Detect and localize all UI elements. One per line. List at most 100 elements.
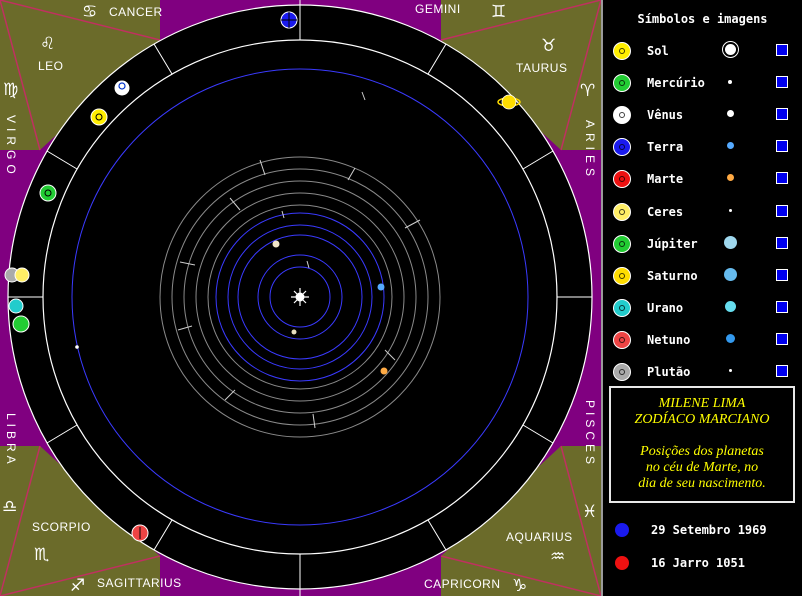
sun-symbol-icon (613, 42, 631, 60)
ceres-image-icon (729, 209, 732, 212)
label-scorpio: SCORPIO (32, 520, 91, 534)
legend-row-jupiter: Júpiter (603, 233, 802, 257)
legend-label: Júpiter (647, 237, 698, 251)
label-virgo: VIRGO (4, 115, 18, 179)
mars-image-icon (380, 367, 388, 375)
chart-planet-neptune-symbol (131, 524, 149, 542)
ceres-symbol-icon (613, 203, 631, 221)
label-capricorn: CAPRICORN (424, 577, 501, 591)
chart-planet-jupiter-symbol (12, 315, 30, 333)
toggle-netuno-checkbox[interactable] (776, 333, 788, 345)
person-name: MILENE LIMA (658, 396, 746, 411)
legend-label: Netuno (647, 333, 691, 347)
mars-date-row: 16 Jarro 1051 (603, 554, 802, 574)
description-line: Posições dos planetas (640, 444, 764, 459)
uranus-image-icon (725, 301, 736, 312)
earth-image-icon (377, 283, 385, 291)
legend-row-netuno: Netuno (603, 329, 802, 353)
legend-label: Plutão (647, 365, 691, 379)
earth-image-icon (727, 142, 734, 149)
toggle-jupiter-checkbox[interactable] (776, 237, 788, 249)
cancer-symbol-icon: ♋ (82, 2, 97, 22)
legend-label: Mercúrio (647, 76, 705, 90)
jupiter-symbol-icon (613, 235, 631, 253)
side-panel: Símbolos e imagens Sol Mercúrio Vênus Te… (601, 0, 802, 596)
toggle-ceres-checkbox[interactable] (776, 205, 788, 217)
toggle-marte-checkbox[interactable] (776, 172, 788, 184)
mars-date: 16 Jarro 1051 (651, 556, 745, 570)
label-pisces: PISCES (583, 400, 597, 468)
chart-planet-mercury-symbol (39, 184, 57, 202)
toggle-sol-checkbox[interactable] (776, 44, 788, 56)
saturn-image-icon (724, 268, 737, 281)
mercury-image-icon (291, 329, 297, 335)
label-leo: LEO (38, 59, 64, 73)
mars-zodiac-chart: ♋ CANCER GEMINI ♊ ♌ LEO ♉ TAURUS ♍ VIRGO… (0, 0, 601, 596)
neptune-image-icon (726, 334, 735, 343)
legend-row-urano: Urano (603, 297, 802, 321)
capricorn-symbol-icon: ♑ (512, 576, 527, 596)
venus-image-icon (727, 110, 734, 117)
neptune-symbol-icon (613, 331, 631, 349)
legend-row-plutao: Plutão (603, 361, 802, 385)
legend-row-terra: Terra (603, 136, 802, 160)
chart-planet-ceres-symbol (14, 267, 30, 283)
legend-label: Sol (647, 44, 669, 58)
libra-symbol-icon: ♎ (2, 497, 17, 517)
legend-label: Vênus (647, 108, 684, 122)
mars-image-icon (727, 174, 734, 181)
pluto-symbol-icon (613, 363, 631, 381)
chart-planet-uranus-symbol (8, 298, 24, 314)
venus-symbol-icon (613, 106, 631, 124)
leo-symbol-icon: ♌ (40, 34, 55, 54)
ceres-image-icon (75, 345, 79, 349)
chart-subtitle: ZODÍACO MARCIANO (634, 412, 770, 427)
label-aries: ARIES (583, 120, 597, 181)
aquarius-symbol-icon: ♒ (550, 547, 565, 567)
earth-symbol-icon (615, 523, 629, 537)
legend-label: Urano (647, 301, 684, 315)
scorpio-symbol-icon: ♏ (34, 545, 49, 565)
label-aquarius: AQUARIUS (506, 530, 573, 544)
jupiter-image-icon (724, 236, 737, 249)
info-box: MILENE LIMA ZODÍACO MARCIANO Posições do… (609, 386, 795, 503)
saturn-symbol-icon (613, 267, 631, 285)
toggle-venus-checkbox[interactable] (776, 108, 788, 120)
aries-symbol-icon: ♈ (580, 81, 595, 101)
sagittarius-symbol-icon: ♐ (70, 576, 85, 596)
taurus-symbol-icon: ♉ (541, 36, 556, 56)
mars-symbol-icon (613, 170, 631, 188)
chart-planet-venus-symbol (113, 79, 131, 97)
pluto-image-icon (729, 369, 732, 372)
toggle-terra-checkbox[interactable] (776, 140, 788, 152)
legend-label: Terra (647, 140, 684, 154)
toggle-mercurio-checkbox[interactable] (776, 76, 788, 88)
label-taurus: TAURUS (516, 61, 567, 75)
label-sagittarius: SAGITTARIUS (97, 576, 182, 590)
chart-planet-sun-symbol (90, 108, 108, 126)
legend-label: Ceres (647, 205, 684, 219)
pisces-symbol-icon: ♓ (582, 502, 597, 522)
label-cancer: CANCER (109, 5, 163, 19)
legend-row-mercurio: Mercúrio (603, 72, 802, 96)
chart-planet-earth-symbol (280, 11, 298, 29)
mercury-symbol-icon (613, 74, 631, 92)
legend-row-ceres: Ceres (603, 201, 802, 225)
gemini-symbol-icon: ♊ (491, 2, 506, 22)
label-libra: LIBRA (4, 413, 18, 468)
uranus-symbol-icon (613, 299, 631, 317)
virgo-symbol-icon: ♍ (3, 80, 18, 100)
label-gemini: GEMINI (415, 2, 461, 16)
earth-date-row: 29 Setembro 1969 (603, 521, 802, 541)
legend-label: Saturno (647, 269, 698, 283)
mercury-image-icon (728, 80, 732, 84)
toggle-plutao-checkbox[interactable] (776, 365, 788, 377)
earth-date: 29 Setembro 1969 (651, 523, 767, 537)
toggle-saturno-checkbox[interactable] (776, 269, 788, 281)
toggle-urano-checkbox[interactable] (776, 301, 788, 313)
venus-image-icon (272, 240, 280, 248)
legend-label: Marte (647, 172, 684, 186)
legend-row-venus: Vênus (603, 104, 802, 128)
legend-row-saturno: Saturno (603, 265, 802, 289)
description-line: dia de seu nascimento. (638, 476, 766, 491)
